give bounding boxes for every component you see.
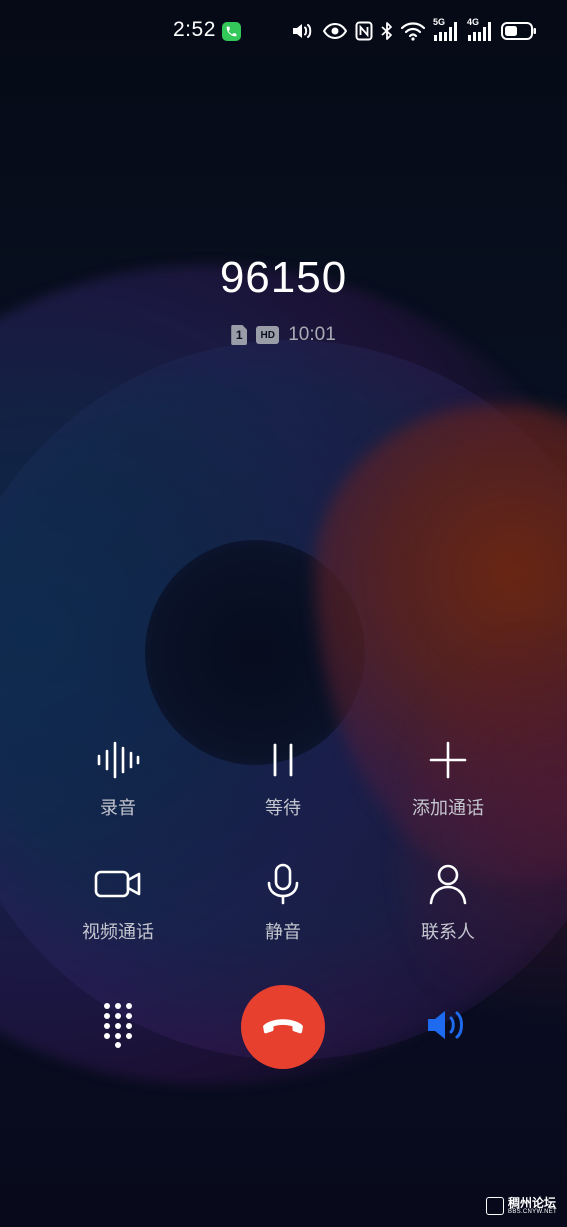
dialpad-icon: [103, 1002, 133, 1052]
nfc-icon: [355, 21, 373, 41]
hd-voice-badge: HD: [256, 326, 280, 344]
watermark: 稠州论坛 BBS.CNYW.NET: [486, 1197, 557, 1215]
contacts-button[interactable]: 联系人: [368, 862, 528, 944]
eye-icon: [323, 21, 347, 41]
wifi-icon: [401, 21, 425, 41]
mute-button[interactable]: 静音: [203, 862, 363, 944]
battery-icon: [501, 21, 537, 41]
end-call-button[interactable]: [241, 985, 325, 1069]
status-icons: 5G 4G: [291, 17, 537, 44]
volume-icon: [291, 21, 315, 41]
video-camera-icon: [94, 862, 142, 906]
video-call-button[interactable]: 视频通话: [38, 862, 198, 944]
status-bar: 2:52 5G 4G: [0, 0, 567, 62]
record-label: 录音: [100, 798, 136, 819]
waveform-icon: [94, 738, 142, 782]
video-call-label: 视频通话: [82, 922, 154, 943]
hold-label: 等待: [265, 798, 301, 819]
status-time: 2:52: [173, 18, 216, 41]
watermark-title: 稠州论坛: [508, 1196, 557, 1210]
call-duration: 10:01: [288, 324, 336, 345]
speaker-icon: [425, 1007, 471, 1047]
add-call-button[interactable]: 添加通话: [368, 738, 528, 820]
hang-up-icon: [261, 1015, 305, 1039]
signal-5g-icon: 5G: [433, 17, 459, 42]
caller-number: 96150: [219, 253, 348, 302]
pause-icon: [259, 738, 307, 782]
call-meta: 1 HD 10:01: [0, 324, 567, 346]
signal-4g-icon: 4G: [467, 17, 493, 42]
watermark-subtitle: BBS.CNYW.NET: [508, 1209, 557, 1215]
dialpad-button[interactable]: [93, 1000, 143, 1054]
call-active-icon: [222, 22, 241, 41]
person-icon: [424, 862, 472, 906]
speaker-button[interactable]: [422, 1005, 474, 1049]
watermark-logo-icon: [486, 1197, 505, 1215]
network-label-5g: 5G: [433, 17, 446, 27]
record-button[interactable]: 录音: [38, 738, 198, 820]
bluetooth-icon: [381, 21, 393, 41]
contacts-label: 联系人: [421, 922, 475, 943]
hold-button[interactable]: 等待: [203, 738, 363, 820]
microphone-icon: [259, 862, 307, 906]
sim-slot-badge: 1: [231, 325, 248, 345]
plus-icon: [424, 738, 472, 782]
add-call-label: 添加通话: [412, 798, 484, 819]
mute-label: 静音: [265, 922, 301, 943]
network-label-4g: 4G: [467, 17, 480, 27]
battery-fill: [505, 26, 517, 36]
